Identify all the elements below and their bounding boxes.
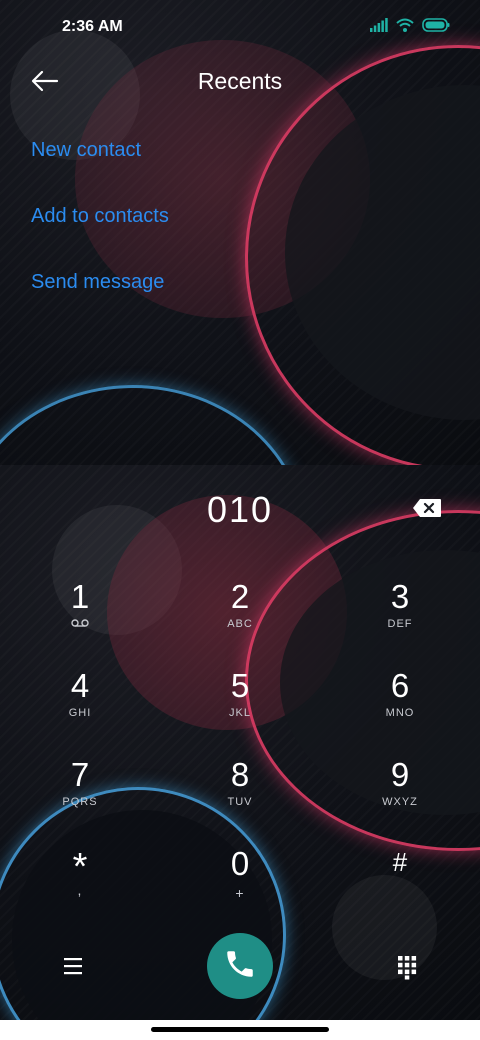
- key-letters: WXYZ: [382, 796, 418, 808]
- key-0[interactable]: 0 +: [185, 845, 295, 925]
- wifi-icon: [396, 18, 414, 37]
- key-letters: JKL: [229, 707, 251, 719]
- status-bar: 2:36 AM: [0, 0, 480, 56]
- key-3[interactable]: 3 DEF: [345, 578, 455, 658]
- key-letters: ABC: [227, 618, 253, 630]
- key-star[interactable]: * ,: [25, 848, 135, 928]
- key-5[interactable]: 5 JKL: [185, 667, 295, 747]
- key-digit: 2: [230, 578, 250, 615]
- battery-icon: [422, 18, 450, 37]
- key-digit: 3: [390, 578, 410, 615]
- page-title: Recents: [197, 68, 283, 94]
- key-letters: MNO: [385, 707, 415, 719]
- key-digit: 0: [230, 845, 250, 882]
- phone-icon: [223, 947, 257, 986]
- key-digit: 7: [70, 756, 90, 793]
- voicemail-icon: [25, 618, 135, 631]
- send-message-link[interactable]: Send message: [31, 266, 169, 332]
- key-hash[interactable]: #: [345, 845, 455, 925]
- key-8[interactable]: 8 TUV: [185, 756, 295, 836]
- new-contact-link[interactable]: New contact: [31, 134, 169, 200]
- home-indicator[interactable]: [151, 1027, 329, 1032]
- key-digit: 5: [230, 667, 250, 704]
- key-digit: #: [392, 847, 408, 877]
- dialpad-toggle-button[interactable]: [396, 954, 418, 980]
- key-4[interactable]: 4 GHI: [25, 667, 135, 747]
- status-time: 2:36 AM: [62, 18, 123, 35]
- backspace-button[interactable]: [412, 498, 442, 518]
- key-9[interactable]: 9 WXYZ: [345, 756, 455, 836]
- key-2[interactable]: 2 ABC: [185, 578, 295, 658]
- key-1[interactable]: 1: [25, 578, 135, 658]
- key-6[interactable]: 6 MNO: [345, 667, 455, 747]
- menu-icon: [62, 958, 86, 981]
- key-digit: 1: [70, 578, 90, 615]
- key-digit: 6: [390, 667, 410, 704]
- key-digit: 9: [390, 756, 410, 793]
- add-to-contacts-link[interactable]: Add to contacts: [31, 200, 169, 266]
- key-letters: GHI: [68, 707, 92, 719]
- key-digit: *: [72, 846, 88, 888]
- screen: 2:36 AM Recents New contact Add to conta…: [0, 0, 480, 1040]
- dialed-number: 010: [206, 489, 274, 530]
- decor-ring: [0, 385, 306, 465]
- dialpad-icon: [396, 956, 418, 984]
- backspace-icon: [412, 499, 442, 522]
- signal-icon: [370, 18, 388, 37]
- key-letters: DEF: [387, 618, 413, 630]
- key-7[interactable]: 7 PQRS: [25, 756, 135, 836]
- key-digit: 4: [70, 667, 90, 704]
- key-letters: PQRS: [62, 796, 98, 808]
- menu-button[interactable]: [62, 955, 86, 977]
- key-letters: ,: [77, 882, 83, 898]
- header: Recents: [0, 56, 480, 108]
- status-icons: [370, 18, 450, 37]
- recents-actions: New contact Add to contacts Send message: [31, 134, 169, 332]
- key-letters: TUV: [227, 796, 253, 808]
- call-button[interactable]: [207, 933, 273, 999]
- key-letters: +: [235, 885, 245, 901]
- key-digit: 8: [230, 756, 250, 793]
